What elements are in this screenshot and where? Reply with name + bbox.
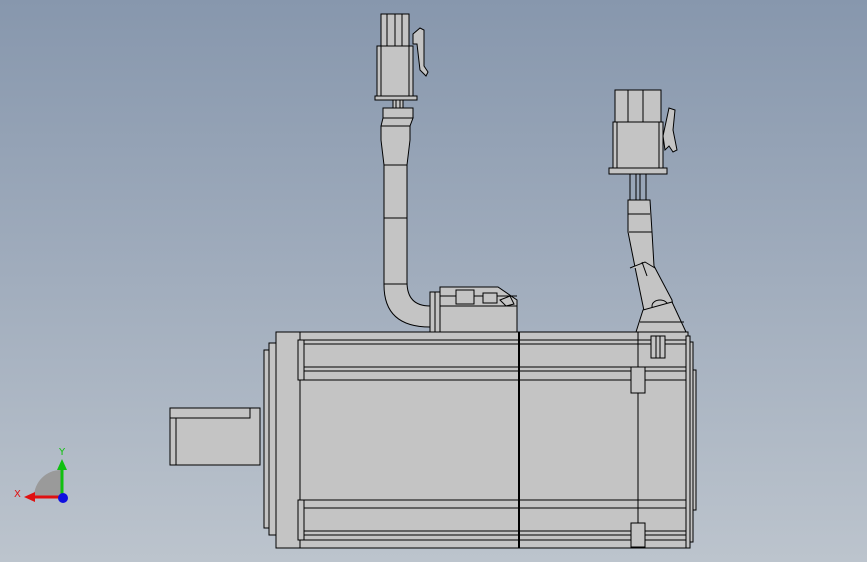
left-cable[interactable] [380, 107, 431, 328]
cad-viewport[interactable]: Y X [0, 0, 867, 562]
motor-body[interactable] [275, 331, 689, 549]
y-axis-label: Y [58, 447, 66, 458]
front-flange[interactable] [263, 342, 277, 536]
left-cable-gland[interactable] [429, 286, 518, 333]
right-connector[interactable] [608, 89, 678, 200]
rear-cap[interactable] [685, 335, 697, 549]
coordinate-triad: Y X [14, 447, 68, 503]
x-axis-label: X [14, 489, 21, 500]
left-connector[interactable] [374, 13, 429, 109]
servo-motor-drawing: Y X [14, 13, 697, 549]
motor-shaft[interactable] [169, 407, 261, 466]
